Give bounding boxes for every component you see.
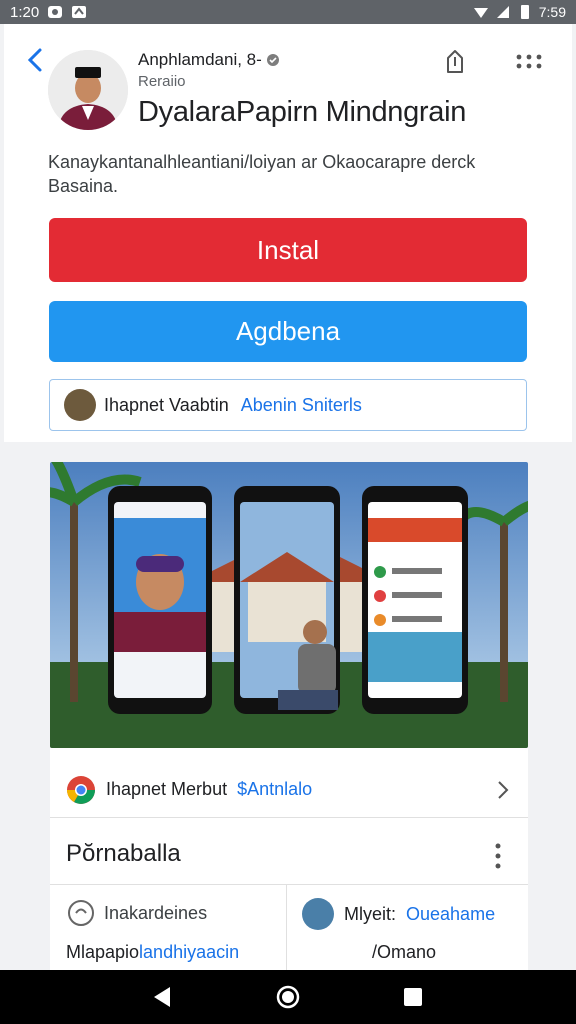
developer-info-row[interactable]: Ihapnet Vaabtin Abenin Sniterls [49, 379, 527, 431]
wifi-icon [473, 8, 488, 18]
verified-badge-icon [266, 54, 279, 66]
person-portrait-icon [48, 50, 128, 130]
back-nav-icon[interactable] [150, 984, 176, 1010]
developer-subtitle: Reraiio [138, 73, 186, 90]
chrome-icon [67, 775, 95, 804]
feature-graphic [50, 462, 528, 748]
detail-cell-location: Mlapapiolandhiyaacin [66, 942, 239, 963]
detail-cell-location-accent: landhiyaacin [139, 942, 240, 962]
signal-icon [496, 6, 509, 18]
divider-vertical [286, 885, 287, 970]
section-title: Pŏrnaballa [66, 840, 181, 867]
website-link-row[interactable]: Ihapnet Merbut $Antnlalo [50, 762, 528, 818]
developer-mini-avatar [64, 389, 96, 421]
notification-icon [48, 6, 63, 18]
divider [50, 884, 528, 885]
recents-nav-icon[interactable] [400, 984, 426, 1010]
status-bar: 1:20 7:59 [0, 0, 576, 24]
feature-scene-image [50, 462, 528, 748]
detail-cell-profile-label: Mlyeit: [344, 903, 397, 924]
app-header-card: Anphlamdani, 8- Reraiio DyalaraPapirn Mi… [4, 24, 572, 442]
app-notification-icon [72, 6, 87, 18]
home-nav-icon[interactable] [275, 984, 301, 1010]
link-label: Ihapnet Merbut [106, 779, 228, 799]
support-icon [68, 900, 94, 926]
battery-icon [520, 5, 529, 19]
detail-cell-value: /Omano [372, 942, 437, 962]
developer-avatar [48, 50, 128, 130]
detail-cell-location-label: Mlapapio [66, 942, 140, 962]
back-arrow-icon[interactable] [22, 44, 50, 76]
info-link[interactable]: Abenin Sniterls [241, 395, 362, 416]
chevron-right-icon [498, 780, 509, 799]
detail-cell-support-label: Inakardeines [104, 902, 208, 923]
install-button[interactable]: Instal [49, 218, 527, 282]
app-title: DyalaraPapirn Mindngrain [138, 96, 467, 128]
detail-cell-profile-link: Oueahame [406, 903, 496, 924]
developer-name[interactable]: Anphlamdani, 8- [138, 50, 280, 70]
detail-cell-profile[interactable]: Mlyeit: Oueahame [302, 898, 495, 930]
detail-cell-support[interactable]: Inakardeines [66, 898, 207, 928]
more-options-icon[interactable] [514, 52, 544, 72]
info-label: Ihapnet Vaabtin [104, 394, 229, 415]
profile-thumbnail [302, 898, 334, 930]
navigation-bar [0, 970, 576, 1024]
secondary-action-button[interactable]: Agdbena [49, 301, 527, 362]
details-card: Ihapnet Merbut $Antnlalo Pŏrnaballa Inak… [50, 748, 528, 970]
app-description: Kanaykantanalhleantiani/loiyan ar Okaoca… [48, 152, 476, 196]
status-battery-text: 7:59 [538, 4, 566, 20]
link-accent: $Antnlalo [237, 779, 313, 799]
share-icon[interactable] [440, 46, 470, 76]
section-more-icon[interactable] [494, 842, 502, 870]
status-time: 1:20 [10, 3, 40, 21]
